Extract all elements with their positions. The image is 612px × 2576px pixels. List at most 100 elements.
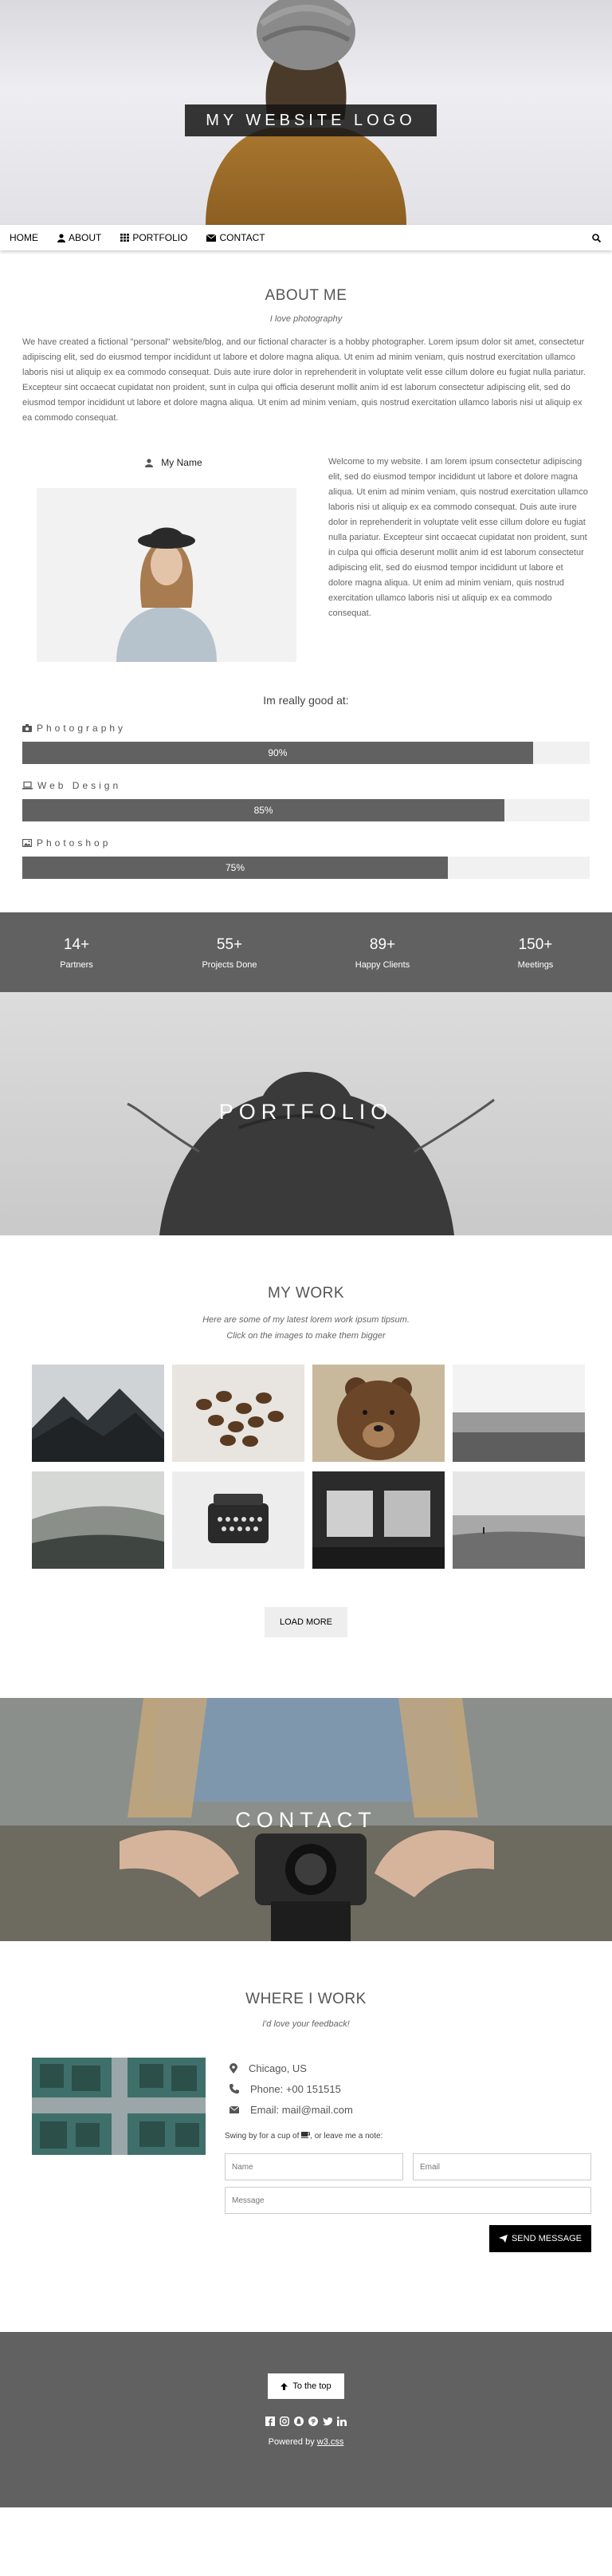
info-email: Email: mail@mail.com bbox=[225, 2099, 591, 2120]
name-input[interactable] bbox=[225, 2153, 403, 2180]
send-message-button[interactable]: SEND MESSAGE bbox=[488, 2225, 591, 2252]
gallery-image-typewriter[interactable] bbox=[172, 1471, 304, 1569]
stat-label: Meetings bbox=[517, 960, 554, 970]
my-name-label: My Name bbox=[161, 457, 202, 468]
gallery-image-foggy-forest[interactable] bbox=[32, 1471, 164, 1569]
gallery-image-bear[interactable] bbox=[312, 1365, 445, 1462]
powered-prefix: Powered by bbox=[268, 2437, 315, 2447]
laptop-icon bbox=[22, 782, 33, 790]
snapchat-icon[interactable] bbox=[294, 2416, 304, 2426]
email-input[interactable] bbox=[413, 2153, 591, 2180]
user-icon bbox=[145, 458, 154, 467]
site-logo: MY WEBSITE LOGO bbox=[185, 104, 437, 136]
my-work-title: MY WORK bbox=[267, 1285, 345, 1302]
phone-icon bbox=[230, 2084, 239, 2093]
image-icon bbox=[22, 839, 32, 847]
about-subtitle: I love photography bbox=[269, 314, 343, 324]
phone-label: Phone: +00 151515 bbox=[250, 2082, 341, 2095]
message-input[interactable] bbox=[225, 2187, 591, 2214]
my-work-line2: Click on the images to make them bigger bbox=[226, 1331, 386, 1341]
contact-banner: CONTACT bbox=[0, 1698, 612, 1941]
skill-label: Photoshop bbox=[37, 837, 112, 849]
stat-number: 14+ bbox=[63, 936, 90, 953]
portfolio-title: PORTFOLIO bbox=[218, 1100, 394, 1124]
send-message-label: SEND MESSAGE bbox=[511, 2234, 582, 2243]
portrait-photo bbox=[37, 488, 296, 662]
about-section: ABOUT ME I love photography We have crea… bbox=[0, 250, 612, 879]
skill-bar: 85% bbox=[22, 799, 590, 821]
where-subtitle: I'd love your feedback! bbox=[262, 2019, 350, 2029]
skill-bar-fill: 85% bbox=[22, 799, 505, 821]
w3css-link[interactable]: w3.css bbox=[317, 2437, 344, 2447]
stat-projects: 55+ Projects Done bbox=[153, 912, 306, 992]
info-phone: Phone: +00 151515 bbox=[225, 2078, 591, 2099]
paper-plane-icon bbox=[498, 2235, 508, 2243]
navbar: HOME ABOUT PORTFOLIO CONTACT bbox=[0, 225, 612, 250]
nav-portfolio-label: PORTFOLIO bbox=[132, 232, 188, 243]
skill-label: Photography bbox=[37, 723, 127, 734]
nav-search[interactable] bbox=[584, 225, 609, 250]
twitter-icon[interactable] bbox=[323, 2416, 332, 2426]
city-label: Chicago, US bbox=[249, 2062, 307, 2074]
swing-by-text: Swing by for a cup of , or leave me a no… bbox=[225, 2131, 591, 2141]
facebook-icon[interactable] bbox=[265, 2416, 275, 2426]
instagram-icon[interactable] bbox=[280, 2416, 289, 2426]
envelope-icon bbox=[206, 234, 217, 242]
nav-home-label: HOME bbox=[10, 232, 38, 243]
envelope-icon bbox=[230, 2105, 239, 2113]
contact-title: CONTACT bbox=[235, 1808, 377, 1832]
gallery-image-mountains[interactable] bbox=[32, 1365, 164, 1462]
email-label: Email: mail@mail.com bbox=[250, 2103, 353, 2116]
gallery-image-beach[interactable] bbox=[453, 1471, 585, 1569]
camera-icon bbox=[22, 724, 32, 732]
linkedin-icon[interactable] bbox=[337, 2416, 347, 2426]
map-image bbox=[32, 2058, 206, 2155]
skill-label: Web Design bbox=[37, 780, 122, 791]
stat-number: 55+ bbox=[216, 936, 243, 953]
to-top-label: To the top bbox=[292, 2381, 332, 2391]
stat-partners: 14+ Partners bbox=[0, 912, 153, 992]
welcome-text: Welcome to my website. I am lorem ipsum … bbox=[328, 457, 588, 618]
skill-bar-fill: 90% bbox=[22, 742, 533, 764]
about-intro: We have created a fictional "personal" w… bbox=[22, 337, 586, 423]
pinterest-icon[interactable] bbox=[308, 2416, 318, 2426]
where-section: WHERE I WORK I'd love your feedback! Chi… bbox=[0, 1941, 612, 2252]
gallery-image-window[interactable] bbox=[312, 1471, 445, 1569]
skills-heading: Im really good at: bbox=[263, 694, 349, 707]
nav-contact[interactable]: CONTACT bbox=[197, 225, 274, 250]
work-gallery bbox=[32, 1365, 612, 1569]
to-top-button[interactable]: To the top bbox=[268, 2373, 344, 2399]
stats-band: 14+ Partners 55+ Projects Done 89+ Happy Cl… bbox=[0, 912, 612, 992]
social-icons bbox=[0, 2416, 612, 2426]
skill-bar: 90% bbox=[22, 742, 590, 764]
swing-after: , or leave me a note: bbox=[310, 2132, 383, 2141]
nav-home[interactable]: HOME bbox=[3, 225, 48, 250]
info-city: Chicago, US bbox=[225, 2058, 591, 2078]
th-icon bbox=[120, 234, 130, 242]
stat-number: 150+ bbox=[518, 936, 553, 953]
gallery-image-sea[interactable] bbox=[453, 1365, 585, 1462]
coffee-icon bbox=[301, 2132, 311, 2138]
powered-by: Powered by w3.css bbox=[0, 2437, 612, 2447]
my-name: My Name bbox=[37, 455, 311, 471]
skill-bar: 75% bbox=[22, 857, 590, 879]
my-work-subtitle: Here are some of my latest lorem work ip… bbox=[0, 1312, 612, 1344]
map-marker-icon bbox=[230, 2062, 237, 2074]
my-work-line1: Here are some of my latest lorem work ip… bbox=[202, 1315, 410, 1325]
footer: To the top Powered by w3.css bbox=[0, 2332, 612, 2507]
search-icon bbox=[592, 233, 601, 242]
user-icon bbox=[57, 233, 65, 242]
nav-about[interactable]: ABOUT bbox=[48, 225, 111, 250]
where-title: WHERE I WORK bbox=[245, 1991, 367, 2007]
skill-bar-fill: 75% bbox=[22, 857, 448, 879]
gallery-image-coffee-beans[interactable] bbox=[172, 1365, 304, 1462]
skill-web-design: Web Design 85% bbox=[22, 778, 590, 821]
portfolio-banner: PORTFOLIO bbox=[0, 992, 612, 1235]
load-more-button[interactable]: LOAD MORE bbox=[265, 1607, 347, 1637]
about-title: ABOUT ME bbox=[265, 287, 347, 304]
stat-label: Happy Clients bbox=[355, 960, 410, 970]
nav-contact-label: CONTACT bbox=[219, 232, 265, 243]
hero-header: MY WEBSITE LOGO bbox=[0, 0, 612, 225]
nav-portfolio[interactable]: PORTFOLIO bbox=[111, 225, 197, 250]
stat-clients: 89+ Happy Clients bbox=[306, 912, 459, 992]
